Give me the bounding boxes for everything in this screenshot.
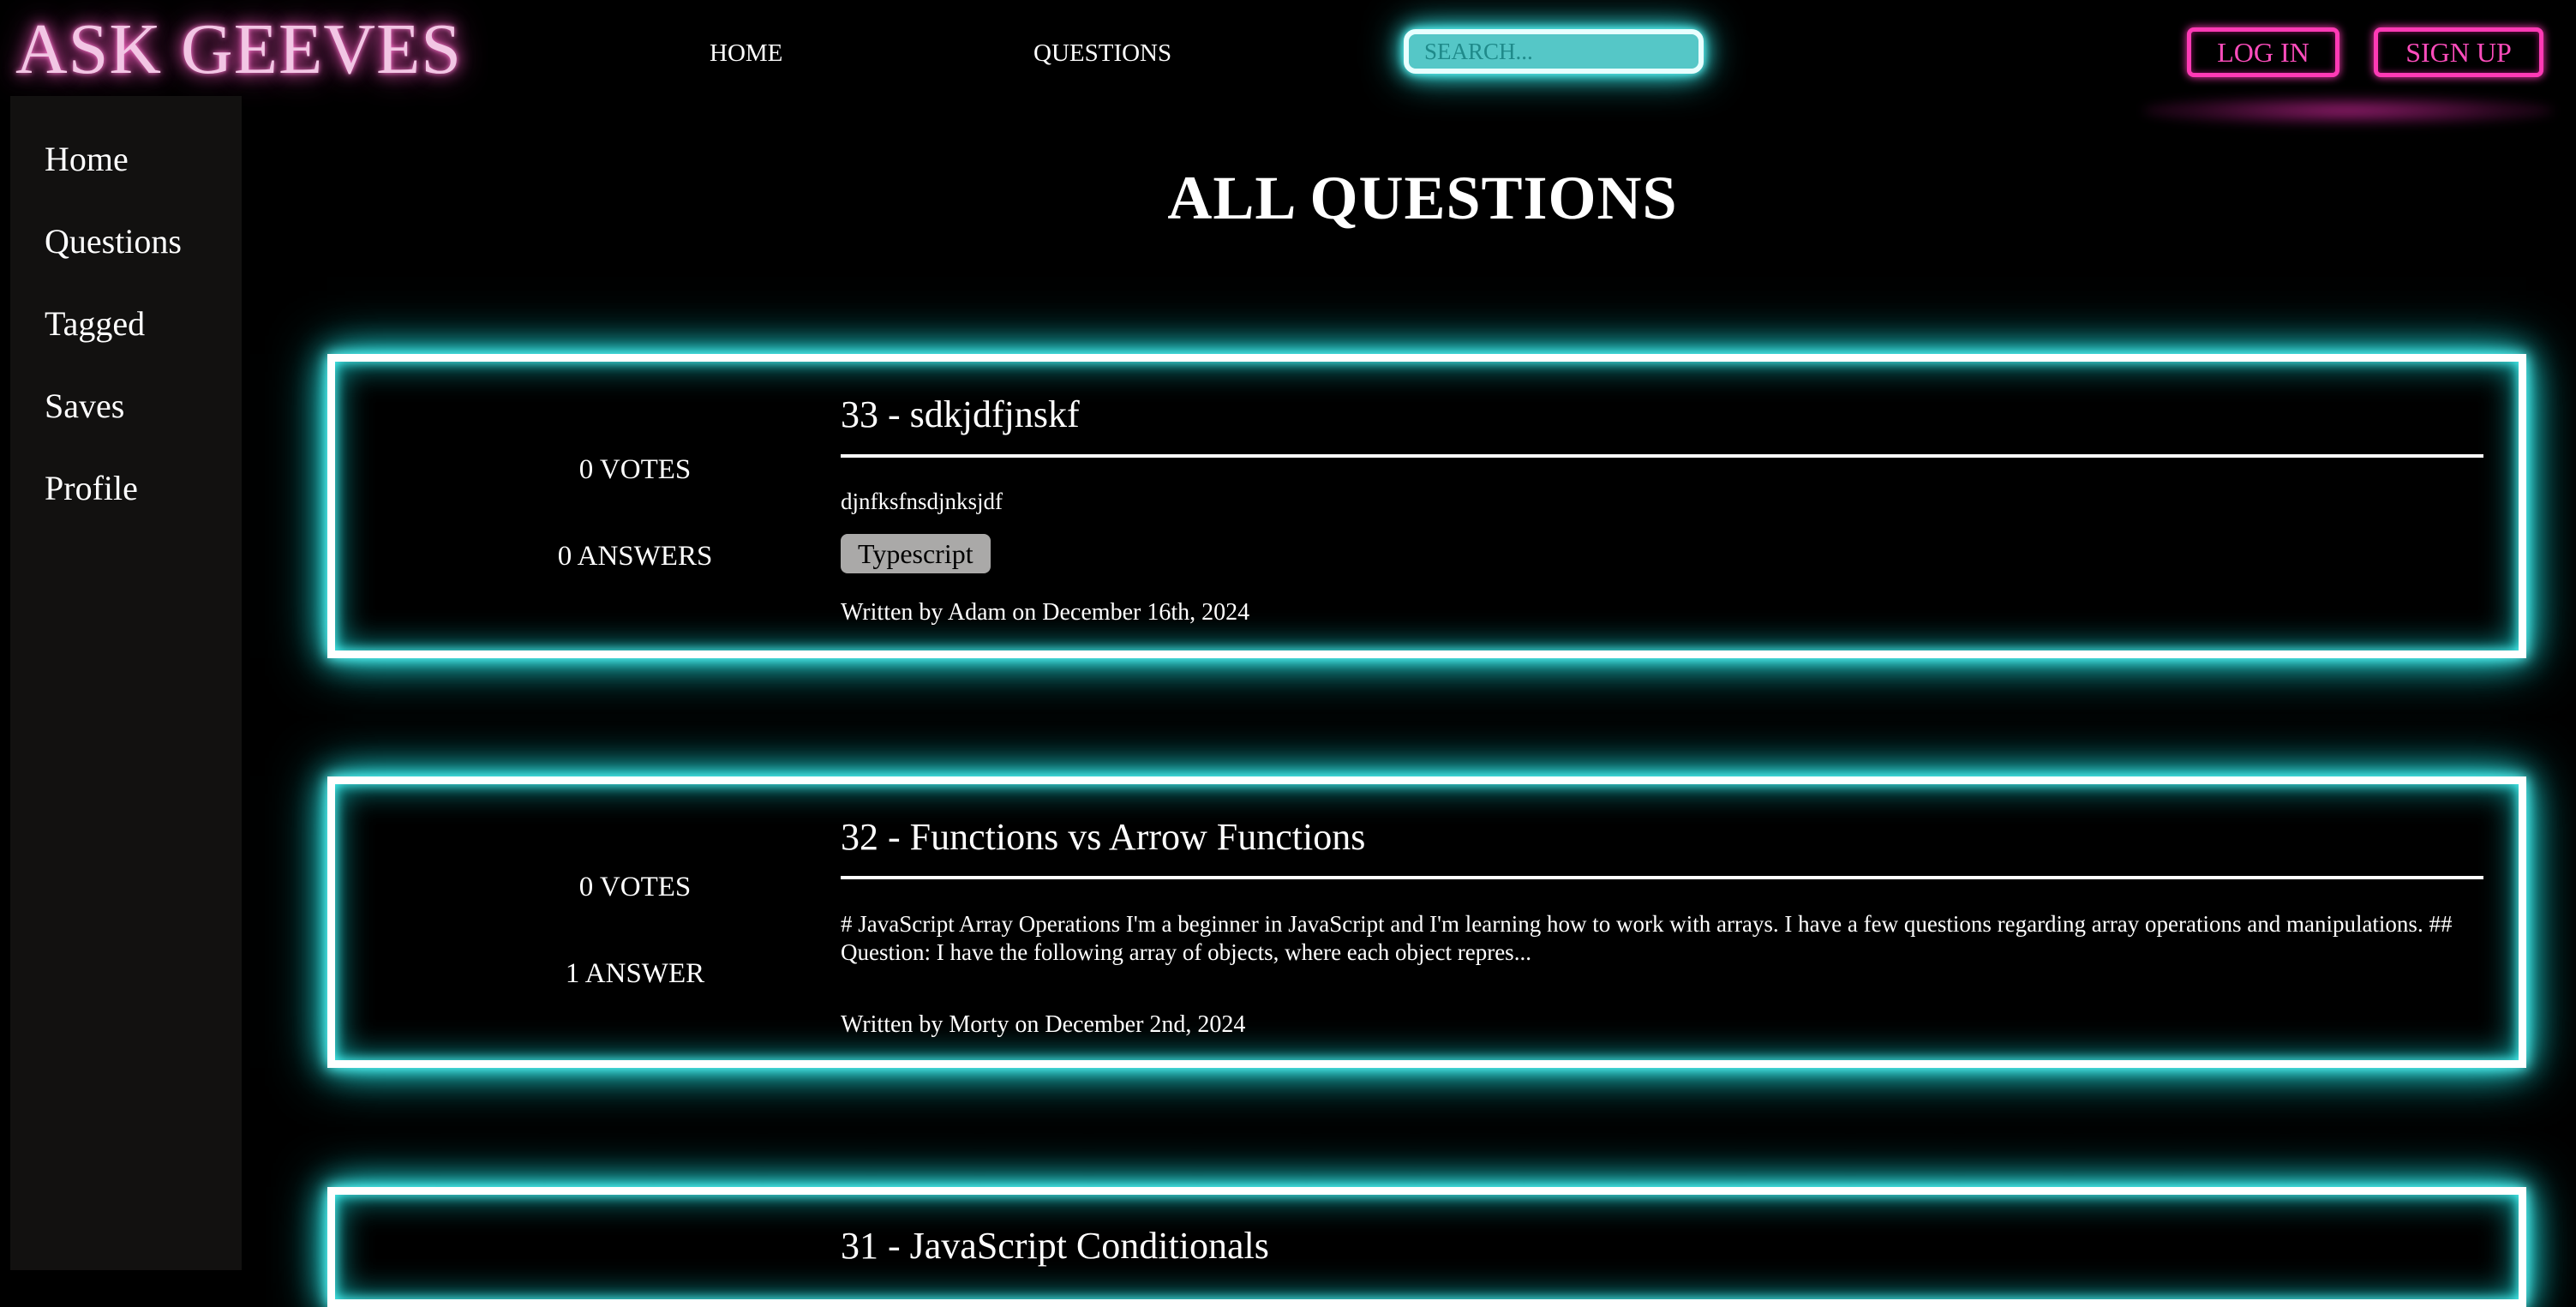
- search-input[interactable]: [1424, 38, 1681, 65]
- question-meta: Written by Adam on December 16th, 2024: [841, 599, 1250, 626]
- top-navbar: ASK GEEVES HOME QUESTIONS LOG IN SIGN UP: [0, 0, 2576, 125]
- vote-count: 0 VOTES: [578, 872, 692, 902]
- question-excerpt: # JavaScript Array Operations I'm a begi…: [841, 911, 2453, 965]
- answer-count: 0 ANSWERS: [557, 541, 713, 572]
- question-card[interactable]: 31 - JavaScript Conditionals: [327, 1187, 2526, 1307]
- title-divider: [841, 454, 2483, 458]
- site-logo[interactable]: ASK GEEVES: [15, 7, 462, 93]
- signup-button[interactable]: SIGN UP: [2374, 27, 2543, 77]
- title-divider: [841, 876, 2483, 879]
- nav-questions-link[interactable]: QUESTIONS: [1033, 38, 1171, 69]
- tag-badge[interactable]: Typescript: [841, 534, 991, 573]
- nav-home-link[interactable]: HOME: [710, 38, 782, 69]
- login-button[interactable]: LOG IN: [2187, 27, 2339, 77]
- question-title[interactable]: 31 - JavaScript Conditionals: [841, 1223, 1269, 1269]
- question-card[interactable]: 0 VOTES 1 ANSWER 32 - Functions vs Arrow…: [327, 776, 2526, 1068]
- question-card[interactable]: 0 VOTES 0 ANSWERS 33 - sdkjdfjnskf djnfk…: [327, 354, 2526, 658]
- sidebar-item-saves[interactable]: Saves: [45, 386, 124, 427]
- answer-count: 1 ANSWER: [565, 958, 705, 989]
- page-title: ALL QUESTIONS: [1167, 164, 1678, 232]
- sidebar-item-tagged[interactable]: Tagged: [45, 303, 145, 345]
- sidebar-item-home[interactable]: Home: [45, 139, 129, 180]
- question-excerpt: djnfksfnsdjnksjdf: [841, 489, 1003, 514]
- sidebar-item-profile[interactable]: Profile: [45, 468, 138, 509]
- question-title[interactable]: 32 - Functions vs Arrow Functions: [841, 814, 1365, 860]
- decorative-glow: [2142, 96, 2554, 125]
- search-box: [1404, 29, 1704, 74]
- question-meta: Written by Morty on December 2nd, 2024: [841, 1011, 1246, 1038]
- sidebar: Home Questions Tagged Saves Profile: [10, 96, 242, 1270]
- question-title[interactable]: 33 - sdkjdfjnskf: [841, 392, 1080, 438]
- sidebar-item-questions[interactable]: Questions: [45, 221, 182, 262]
- vote-count: 0 VOTES: [578, 454, 692, 485]
